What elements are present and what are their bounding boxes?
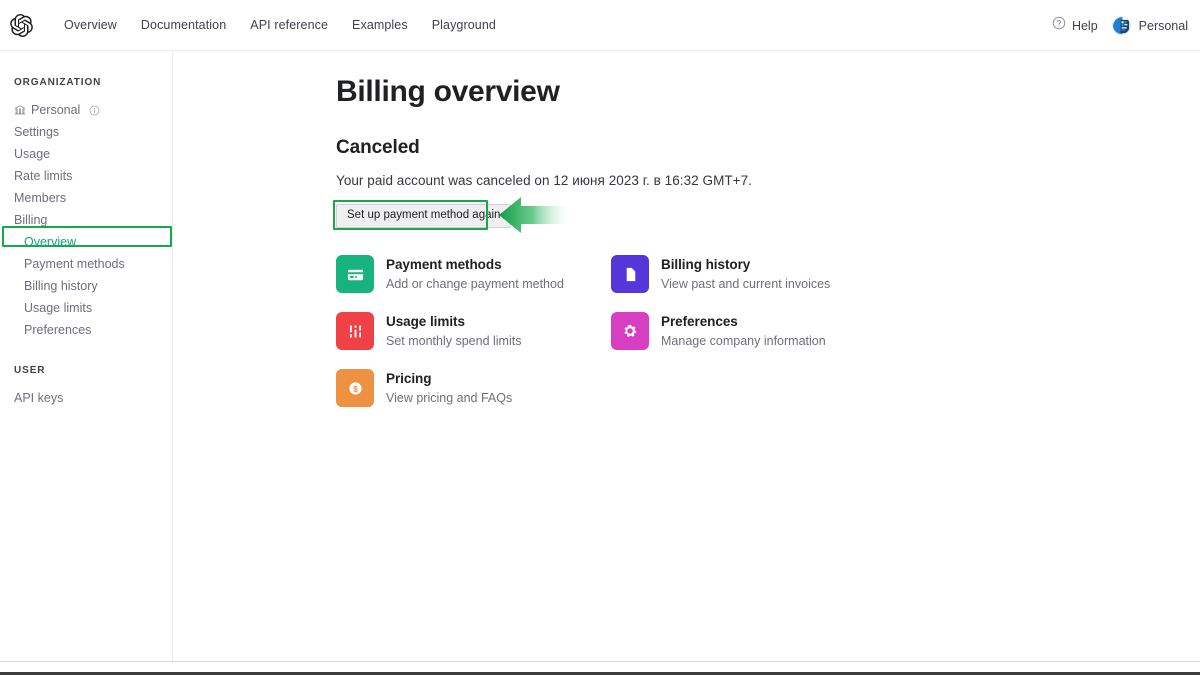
- nav-item-documentation[interactable]: Documentation: [129, 14, 238, 36]
- sidebar-item-preferences-label: Preferences: [24, 323, 92, 337]
- gear-icon: [611, 312, 649, 350]
- card-title: Pricing: [386, 371, 432, 386]
- document-icon: [611, 255, 649, 293]
- card-payment-methods[interactable]: Payment methods Add or change payment me…: [336, 250, 611, 293]
- sidebar-item-usage-label: Usage: [14, 147, 51, 161]
- sidebar-item-usage-limits-label: Usage limits: [24, 301, 93, 315]
- sidebar-item-payment-methods-label: Payment methods: [24, 257, 125, 271]
- sidebar-item-billing-history-label: Billing history: [24, 279, 98, 293]
- page-title: Billing overview: [336, 75, 560, 108]
- card-preferences[interactable]: Preferences Manage company information: [611, 307, 886, 350]
- header-right-actions: Help Personal: [1052, 0, 1188, 51]
- card-subtitle: Set monthly spend limits: [386, 334, 522, 348]
- card-subtitle: Add or change payment method: [386, 277, 564, 291]
- sidebar-item-payment-methods[interactable]: Payment methods: [0, 253, 172, 275]
- billing-cards-grid: Payment methods Add or change payment me…: [336, 250, 1096, 407]
- card-title: Usage limits: [386, 314, 465, 329]
- main-content: Billing overview Canceled Your paid acco…: [174, 51, 1200, 661]
- card-usage-limits[interactable]: Usage limits Set monthly spend limits: [336, 307, 611, 350]
- sidebar-item-billing-overview[interactable]: Overview: [0, 231, 172, 253]
- card-pricing[interactable]: $ Pricing View pricing and FAQs: [336, 364, 611, 407]
- card-text: Billing history View past and current in…: [661, 250, 830, 293]
- sidebar-item-api-keys-label: API keys: [14, 391, 64, 405]
- sidebar-item-members[interactable]: Members: [0, 187, 172, 209]
- openai-logo-icon[interactable]: [9, 13, 33, 37]
- nav-item-api-reference[interactable]: API reference: [238, 14, 340, 36]
- bank-icon: [14, 104, 26, 116]
- sidebar-item-api-keys[interactable]: API keys: [0, 387, 172, 409]
- dollar-coin-icon: $: [336, 369, 374, 407]
- sidebar-item-settings[interactable]: Settings: [0, 121, 172, 143]
- nav-item-examples[interactable]: Examples: [340, 14, 420, 36]
- sidebar: ORGANIZATION Personal Settings Usage Rat…: [0, 51, 173, 661]
- card-text: Preferences Manage company information: [661, 307, 826, 350]
- help-label: Help: [1071, 18, 1098, 33]
- sidebar-item-rate-limits-label: Rate limits: [14, 169, 73, 183]
- sidebar-item-personal[interactable]: Personal: [0, 99, 172, 121]
- account-label: Personal: [1138, 18, 1188, 33]
- card-subtitle: View past and current invoices: [661, 277, 831, 291]
- sidebar-item-billing-history[interactable]: Billing history: [0, 275, 172, 297]
- card-subtitle: View pricing and FAQs: [386, 391, 513, 405]
- question-circle-icon: [1052, 16, 1066, 35]
- nav-item-overview[interactable]: Overview: [52, 14, 129, 36]
- card-text: Pricing View pricing and FAQs: [386, 364, 512, 407]
- sidebar-item-billing-overview-label: Overview: [24, 235, 77, 249]
- sidebar-item-personal-label: Personal: [31, 103, 81, 117]
- card-text: Usage limits Set monthly spend limits: [386, 307, 521, 350]
- card-billing-history[interactable]: Billing history View past and current in…: [611, 250, 886, 293]
- top-header-bar: Overview Documentation API reference Exa…: [0, 0, 1200, 51]
- sidebar-item-members-label: Members: [14, 191, 67, 205]
- credit-card-icon: [336, 255, 374, 293]
- status-title: Canceled: [336, 137, 420, 158]
- sidebar-item-usage[interactable]: Usage: [0, 143, 172, 165]
- setup-payment-method-button[interactable]: Set up payment method again: [336, 204, 512, 228]
- cta-row: Set up payment method again: [333, 197, 1096, 233]
- svg-text:$: $: [353, 383, 358, 393]
- sidebar-item-usage-limits[interactable]: Usage limits: [0, 297, 172, 319]
- sliders-icon: [336, 312, 374, 350]
- sidebar-item-settings-label: Settings: [14, 125, 60, 139]
- account-menu[interactable]: Personal: [1111, 16, 1188, 35]
- sidebar-item-preferences[interactable]: Preferences: [0, 319, 172, 341]
- bottom-strip: [0, 661, 1200, 675]
- card-title: Preferences: [661, 314, 738, 329]
- card-title: Payment methods: [386, 257, 502, 272]
- sidebar-section-organization: ORGANIZATION: [14, 77, 102, 88]
- main-navigation: Overview Documentation API reference Exa…: [52, 14, 508, 36]
- avatar: [1111, 16, 1131, 35]
- nav-item-playground[interactable]: Playground: [420, 14, 508, 36]
- help-button[interactable]: Help: [1052, 16, 1098, 35]
- status-description: Your paid account was canceled on 12 июн…: [336, 173, 752, 188]
- sidebar-item-billing[interactable]: Billing: [0, 209, 172, 231]
- card-subtitle: Manage company information: [661, 334, 826, 348]
- card-text: Payment methods Add or change payment me…: [386, 250, 564, 293]
- sidebar-item-rate-limits[interactable]: Rate limits: [0, 165, 172, 187]
- sidebar-item-billing-label: Billing: [14, 213, 48, 227]
- card-title: Billing history: [661, 257, 751, 272]
- content-column: Billing overview Canceled Your paid acco…: [333, 51, 1096, 407]
- sidebar-section-user: USER: [14, 365, 46, 376]
- billing-overview-page: Overview Documentation API reference Exa…: [0, 0, 1200, 675]
- info-circle-icon[interactable]: [89, 105, 100, 116]
